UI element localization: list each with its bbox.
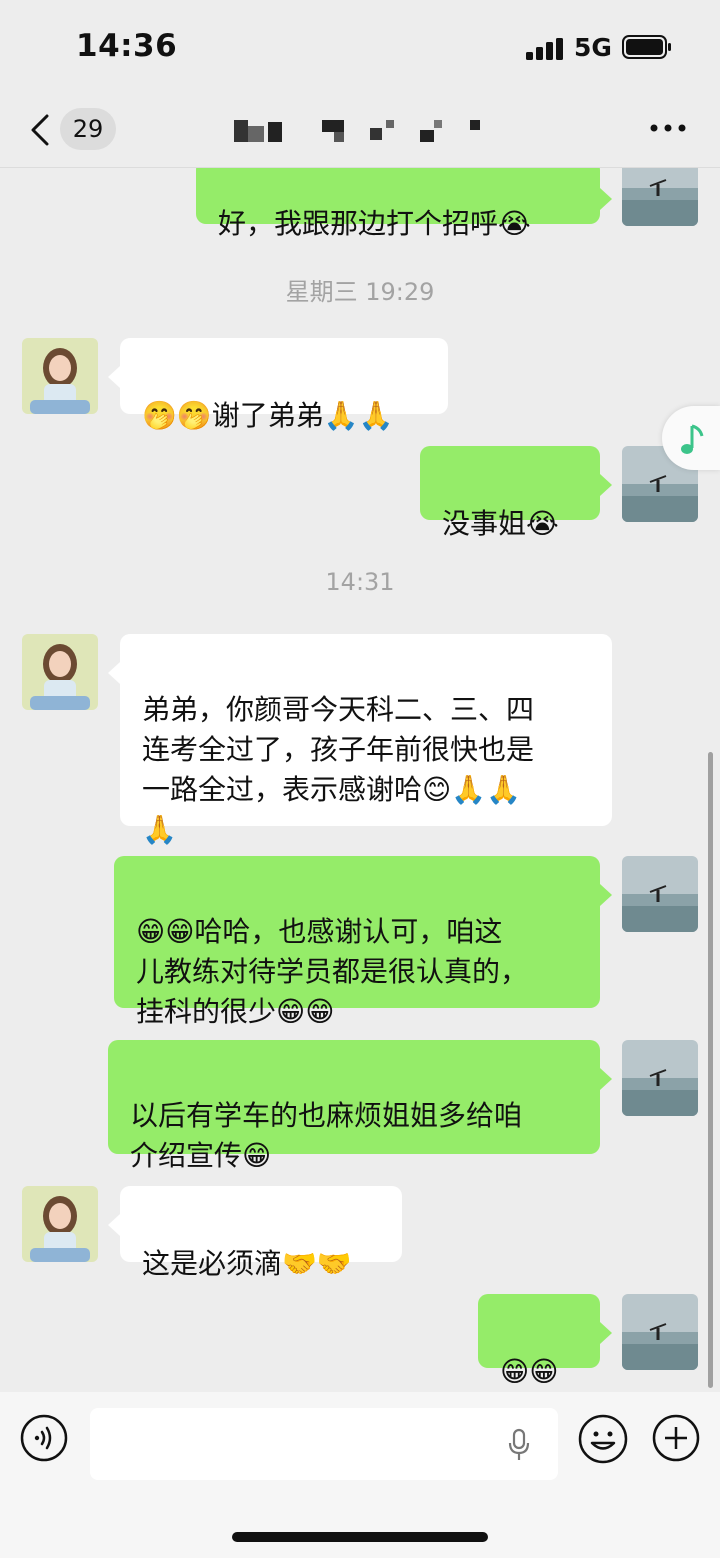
my-avatar[interactable] [622,168,698,226]
home-indicator [232,1532,488,1542]
plus-icon[interactable] [652,1414,700,1462]
voice-input-icon[interactable] [20,1414,68,1462]
contact-message-bubble[interactable]: 弟弟，你颜哥今天科二、三、四 连考全过了，孩子年前很快也是 一路全过，表示感谢哈… [108,634,612,846]
message-text: 没事姐😭 [442,507,559,540]
timestamp: 14:31 [325,568,395,596]
contact-avatar[interactable] [22,338,98,414]
message-text: 🤭🤭谢了弟弟🙏🙏 [142,399,394,432]
my-avatar[interactable] [622,856,698,932]
floating-music-button[interactable] [662,406,720,470]
my-message-bubble[interactable]: 好，我跟那边打个招呼😭 [196,168,612,240]
microphone-icon[interactable] [506,1428,532,1462]
contact-message-bubble[interactable]: 🤭🤭谢了弟弟🙏🙏 [108,338,448,432]
battery-icon [622,35,671,59]
message-text: 弟弟，你颜哥今天科二、三、四 连考全过了，孩子年前很快也是 一路全过，表示感谢哈… [142,693,535,846]
status-time: 14:36 [76,28,178,64]
my-avatar[interactable] [622,1294,698,1370]
contact-avatar[interactable] [22,634,98,710]
my-message-bubble[interactable]: 😁😁哈哈，也感谢认可，咱这 儿教练对待学员都是很认真的， 挂科的很少😁😁 [114,856,612,1028]
scrollbar[interactable] [708,752,713,1388]
signal-icon [526,38,563,60]
back-button[interactable]: 29 [26,108,122,152]
status-bar: 14:36 5G [0,0,720,92]
my-message-bubble[interactable]: 没事姐😭 [420,446,612,540]
network-type: 5G [574,33,612,62]
chat-history[interactable]: 好，我跟那边打个招呼😭 星期三 19:29 🤭🤭谢了弟弟🙏🙏 没事姐😭 14:3… [0,168,720,1392]
message-text: 这是必须滴🤝🤝 [142,1247,352,1280]
my-message-bubble[interactable]: 以后有学车的也麻烦姐姐多给咱 介绍宣传😁 [108,1040,612,1172]
emoji-icon[interactable] [578,1414,628,1464]
message-text: 好，我跟那边打个招呼😭 [218,207,531,240]
message-text: 😁😁 [500,1355,559,1388]
message-text: 😁😁哈哈，也感谢认可，咱这 儿教练对待学员都是很认真的， 挂科的很少😁😁 [136,915,529,1028]
more-dots-icon[interactable] [648,116,688,140]
unread-count-badge: 29 [60,108,116,150]
my-avatar[interactable] [622,1040,698,1116]
music-note-icon [681,424,704,454]
my-message-bubble[interactable]: 😁😁 [478,1294,612,1388]
message-text: 以后有学车的也麻烦姐姐多给咱 介绍宣传😁 [130,1099,523,1172]
contact-message-bubble[interactable]: 这是必须滴🤝🤝 [108,1186,402,1280]
chat-title-redacted [234,120,480,142]
input-bar [0,1392,720,1558]
chevron-left-icon [31,114,49,146]
contact-avatar[interactable] [22,1186,98,1262]
timestamp: 星期三 19:29 [285,278,435,306]
message-input[interactable] [90,1408,558,1480]
chat-header: 29 [0,92,720,168]
